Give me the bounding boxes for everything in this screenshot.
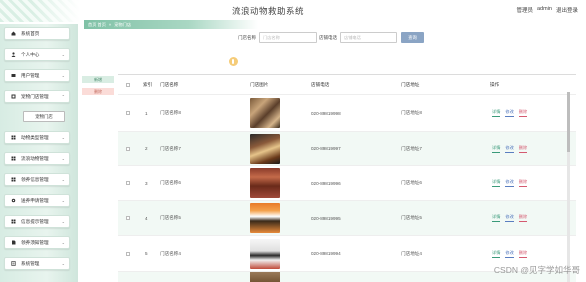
store-image bbox=[250, 133, 280, 164]
table-row: 3 门店名称6 020-89819996 门店地址6 详情 修改 删除 bbox=[118, 166, 576, 201]
delete-link[interactable]: 删除 bbox=[518, 250, 528, 258]
table-row: 4 门店名称5 020-89819995 门店地址5 详情 修改 删除 bbox=[118, 201, 576, 236]
chevron-down-icon: ⌄ bbox=[61, 240, 65, 245]
table-header: 索引 门店名称 门店图片 店铺电话 门店地址 操作 bbox=[118, 75, 576, 95]
edit-link[interactable]: 修改 bbox=[505, 250, 514, 258]
store-image bbox=[250, 238, 280, 269]
store-table: 索引 门店名称 门店图片 店铺电话 门店地址 操作 1 门店名称8 020-89… bbox=[118, 74, 576, 282]
header-image: 门店图片 bbox=[250, 81, 269, 87]
store-image bbox=[250, 203, 280, 233]
row-checkbox[interactable] bbox=[126, 146, 130, 151]
row-checkbox[interactable] bbox=[126, 111, 130, 115]
store-phone-input[interactable]: 店铺电话 bbox=[340, 32, 397, 43]
chevron-down-icon: ⌄ bbox=[61, 219, 65, 224]
tag-icon bbox=[11, 94, 16, 99]
delete-link[interactable]: 删除 bbox=[518, 179, 528, 187]
breadcrumb-home[interactable]: 首页 首页 bbox=[88, 22, 106, 28]
edit-link[interactable]: 修改 bbox=[505, 109, 514, 117]
table-actions: 新增 删除 bbox=[82, 76, 114, 95]
delete-button[interactable]: 删除 bbox=[82, 88, 114, 95]
sidebar-item-users[interactable]: 用户管理 ⌄ bbox=[4, 69, 70, 82]
delete-link[interactable]: 删除 bbox=[518, 214, 528, 222]
header-index: 索引 bbox=[143, 81, 153, 87]
header-phone: 店铺电话 bbox=[311, 81, 330, 87]
watermark: CSDN @见字学如华哥 bbox=[493, 265, 580, 275]
edit-link[interactable]: 修改 bbox=[505, 179, 514, 187]
delete-link[interactable]: 删除 bbox=[518, 145, 528, 153]
app-window: 流浪动物救助系统 管理员 admin 退出登录 系统首页 个人中心 ⌄ 用户管理… bbox=[0, 0, 586, 282]
detail-link[interactable]: 详情 bbox=[492, 145, 501, 153]
select-all-checkbox[interactable] bbox=[126, 82, 130, 87]
settings-icon bbox=[11, 198, 16, 203]
sidebar-item-home[interactable]: 系统首页 bbox=[4, 27, 70, 40]
store-image bbox=[250, 272, 280, 282]
header-address: 门店地址 bbox=[401, 81, 420, 87]
folder-icon bbox=[11, 73, 16, 78]
search-bar: 门店名称 门店名称 店铺电话 店铺电话 查询 bbox=[78, 32, 578, 44]
sidebar: 系统首页 个人中心 ⌄ 用户管理 ⌄ 宠物门店管理 ⌃ 宠物门店 动物类型管理 … bbox=[0, 24, 78, 282]
sidebar-item-notices[interactable]: 信息提示管理 ⌄ bbox=[4, 215, 70, 228]
detail-link[interactable]: 详情 bbox=[492, 109, 501, 117]
sidebar-item-stray-animals[interactable]: 流浪动物管理 ⌄ bbox=[4, 152, 70, 165]
main-content: 首页 首页 » 宠物门店 门店名称 门店名称 店铺电话 店铺电话 查询 新增 删… bbox=[78, 18, 578, 282]
edit-link[interactable]: 修改 bbox=[505, 214, 514, 222]
home-icon bbox=[11, 31, 16, 36]
store-image bbox=[250, 98, 280, 128]
table-scrollbar[interactable] bbox=[567, 92, 570, 282]
sidebar-item-adoption-info[interactable]: 领养信息管理 ⌄ bbox=[4, 173, 70, 186]
breadcrumb-current: 宠物门店 bbox=[114, 21, 132, 27]
chevron-down-icon: ⌄ bbox=[61, 52, 65, 57]
page-title: 流浪动物救助系统 bbox=[232, 6, 305, 16]
user-info: 管理员 admin 退出登录 bbox=[516, 6, 578, 14]
store-name-input[interactable]: 门店名称 bbox=[259, 32, 317, 43]
row-checkbox[interactable] bbox=[126, 251, 130, 256]
sidebar-item-profile[interactable]: 个人中心 ⌄ bbox=[4, 48, 70, 61]
user-icon bbox=[11, 52, 16, 57]
edit-link[interactable]: 修改 bbox=[505, 145, 514, 153]
grid-icon bbox=[11, 156, 16, 161]
search-button[interactable]: 查询 bbox=[401, 32, 424, 43]
detail-link[interactable]: 详情 bbox=[492, 214, 501, 222]
header-ops: 操作 bbox=[490, 81, 500, 87]
doc-icon bbox=[11, 261, 16, 266]
table-row: 1 门店名称8 020-89819998 门店地址8 详情 修改 删除 bbox=[118, 95, 576, 132]
sidebar-item-adoption-guide[interactable]: 领养须知管理 ⌄ bbox=[4, 236, 70, 249]
row-checkbox[interactable] bbox=[126, 181, 130, 185]
chevron-down-icon: ⌄ bbox=[61, 73, 65, 78]
chevron-up-icon: ⌃ bbox=[61, 94, 65, 99]
chevron-down-icon: ⌄ bbox=[61, 198, 65, 203]
store-phone-label: 店铺电话 bbox=[319, 35, 337, 40]
sidebar-item-animal-types[interactable]: 动物类型管理 ⌄ bbox=[4, 131, 70, 144]
store-name-label: 门店名称 bbox=[238, 35, 256, 40]
sidebar-subitem-stores[interactable]: 宠物门店 bbox=[23, 111, 65, 122]
file-icon bbox=[11, 240, 16, 245]
user-role: 管理员 bbox=[516, 8, 533, 14]
detail-link[interactable]: 详情 bbox=[492, 179, 501, 187]
cursor-icon bbox=[229, 57, 238, 66]
chevron-down-icon: ⌄ bbox=[61, 177, 65, 182]
breadcrumb: 首页 首页 » 宠物门店 bbox=[84, 20, 258, 29]
sidebar-item-rehome-requests[interactable]: 送养申请管理 ⌄ bbox=[4, 194, 70, 207]
delete-link[interactable]: 删除 bbox=[518, 109, 528, 117]
grid-icon bbox=[11, 219, 16, 224]
user-name: admin bbox=[537, 6, 552, 12]
add-button[interactable]: 新增 bbox=[82, 76, 114, 83]
chevron-down-icon: ⌄ bbox=[61, 156, 65, 161]
grid-icon bbox=[11, 177, 16, 182]
chevron-down-icon: ⌄ bbox=[61, 261, 65, 266]
row-checkbox[interactable] bbox=[126, 216, 130, 220]
header-name: 门店名称 bbox=[160, 81, 179, 87]
logout-link[interactable]: 退出登录 bbox=[556, 6, 578, 14]
table-row: 2 门店名称7 020-89819997 门店地址7 详情 修改 删除 bbox=[118, 132, 576, 166]
store-image bbox=[250, 168, 280, 198]
grid-icon bbox=[11, 135, 16, 140]
detail-link[interactable]: 详情 bbox=[492, 250, 501, 258]
chevron-down-icon: ⌄ bbox=[61, 135, 65, 140]
sidebar-item-system[interactable]: 系统管理 ⌄ bbox=[4, 257, 70, 270]
sidebar-item-stores[interactable]: 宠物门店管理 ⌃ bbox=[4, 90, 70, 103]
